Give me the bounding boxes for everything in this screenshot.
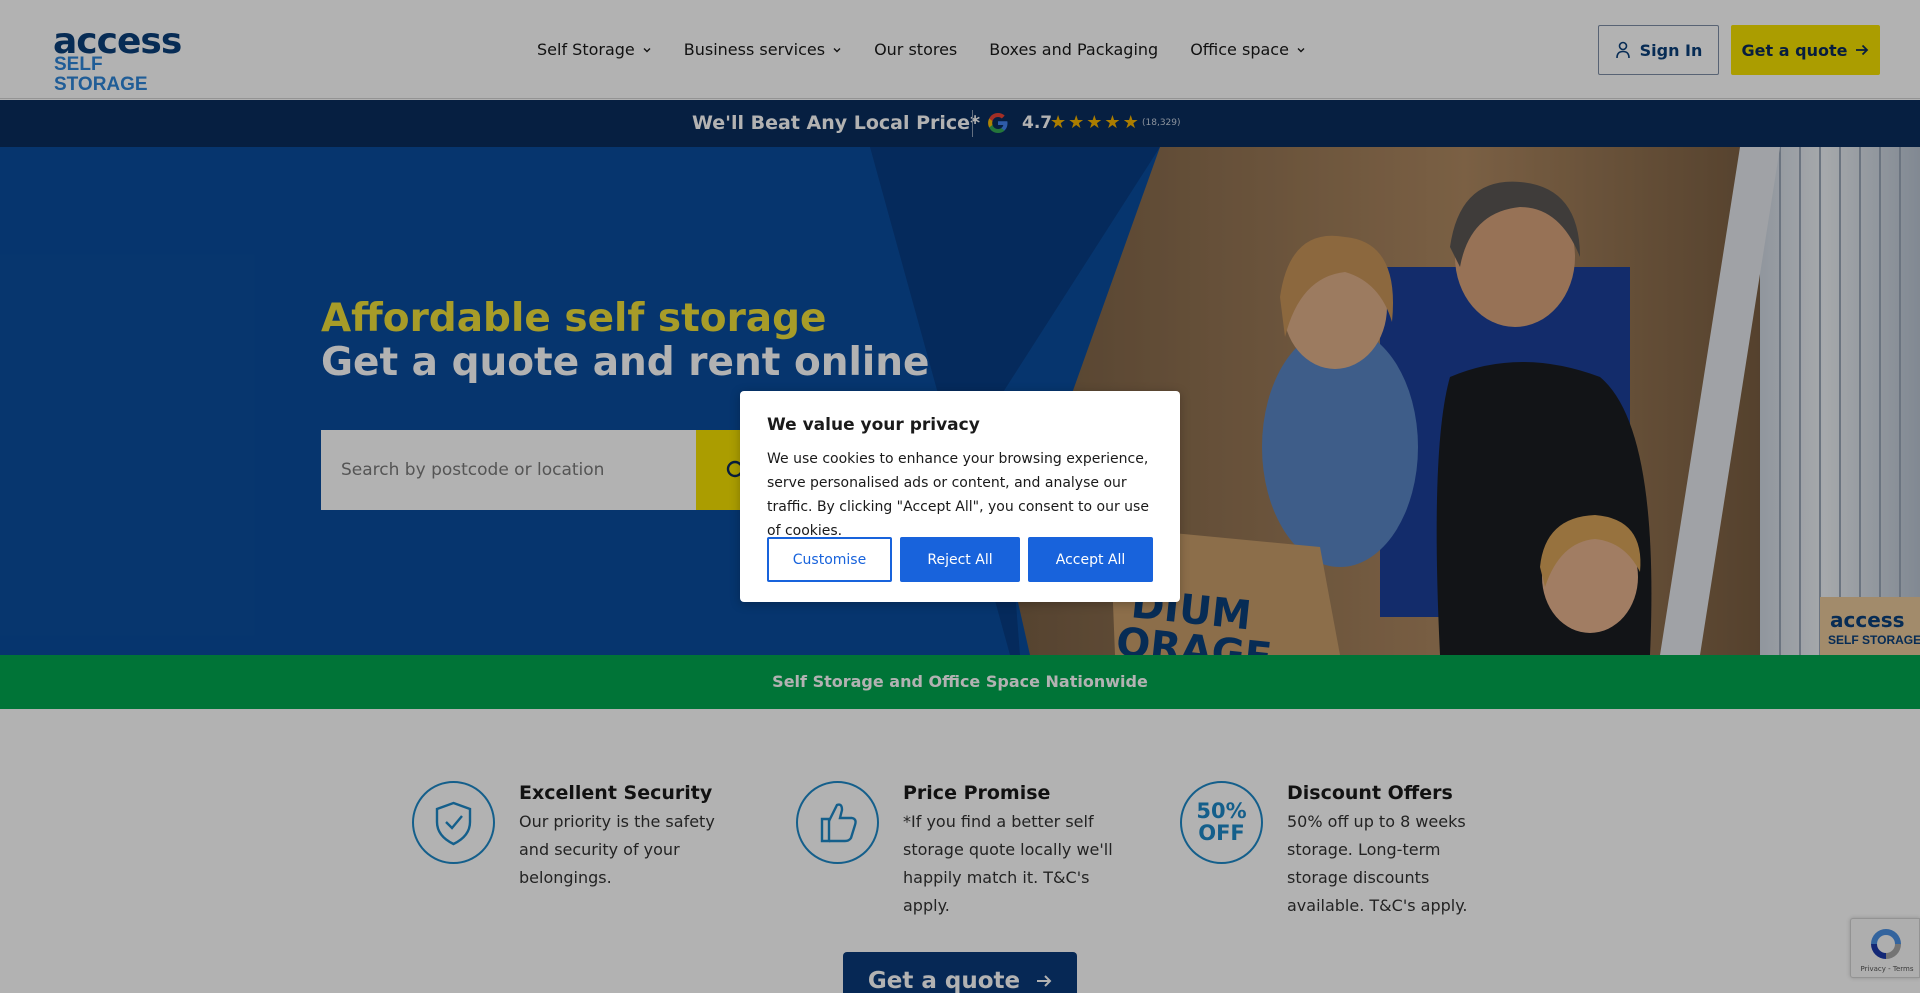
modal-title: We value your privacy xyxy=(767,415,980,435)
accept-all-button[interactable]: Accept All xyxy=(1028,537,1153,582)
customise-button[interactable]: Customise xyxy=(767,537,892,582)
cookie-consent-modal: We value your privacy We use cookies to … xyxy=(740,391,1180,602)
reject-all-button[interactable]: Reject All xyxy=(900,537,1020,582)
modal-body: We use cookies to enhance your browsing … xyxy=(767,451,1149,539)
